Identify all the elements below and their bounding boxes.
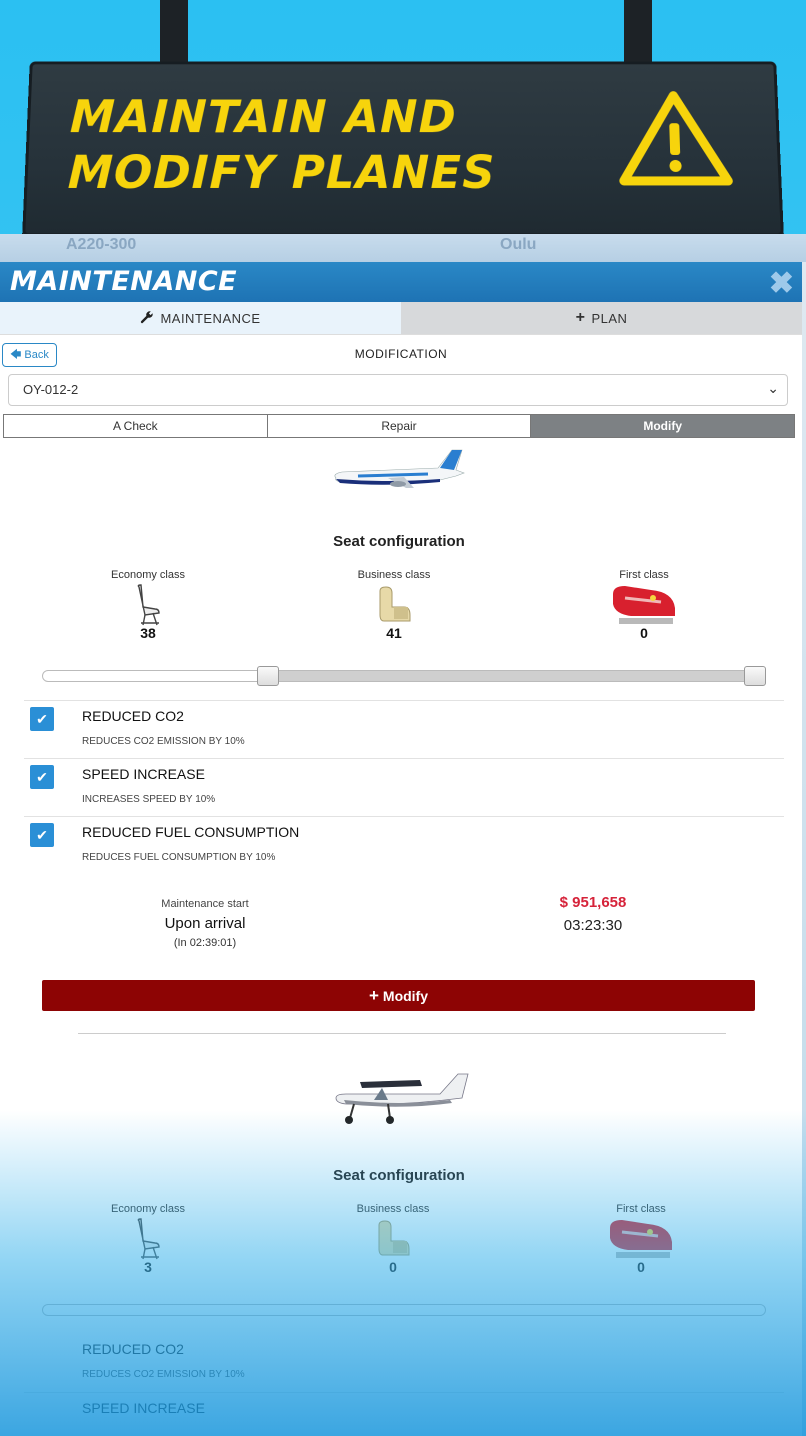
segment-repair[interactable]: Repair xyxy=(268,415,532,437)
business-seat-icon xyxy=(313,1217,473,1261)
economy-class-count: 38 xyxy=(140,625,156,641)
cost-info: $ 951,658 03:23:30 xyxy=(520,894,666,934)
seat-config-title-1: Seat configuration xyxy=(333,533,465,550)
map-label-right: Oulu xyxy=(500,236,537,253)
slider-handle-left[interactable] xyxy=(257,666,279,686)
maintenance-panel: MAINTENANCE ✖ MAINTENANCE + PLAN 🡄 Back … xyxy=(0,262,802,1436)
mod-desc: REDUCES CO2 EMISSION BY 10% xyxy=(82,736,245,747)
mod-speed-increase: ✔ SPEED INCREASE INCREASES SPEED BY 10% xyxy=(24,758,784,816)
seat-slider-2[interactable] xyxy=(42,1300,766,1318)
business-class-label: Business class xyxy=(356,1203,430,1215)
business-class-1: Business class 41 xyxy=(314,569,474,641)
duration: 03:23:30 xyxy=(563,917,623,934)
segment-control: A Check Repair Modify xyxy=(3,414,795,438)
aircraft-select-value: OY-012-2 xyxy=(23,382,79,397)
seat-slider[interactable] xyxy=(42,666,766,686)
maintenance-start-eta: (In 02:39:01) xyxy=(173,937,237,949)
economy-class-label: Economy class xyxy=(111,569,185,581)
mod-desc: REDUCES FUEL CONSUMPTION BY 10% xyxy=(82,852,276,863)
promo-title: MAINTAIN AND MODIFY PLANES xyxy=(67,90,496,200)
segment-modify[interactable]: Modify xyxy=(531,415,795,437)
first-class-label: First class xyxy=(619,569,669,581)
wrench-icon xyxy=(140,310,154,327)
business-class-count: 41 xyxy=(386,625,402,641)
first-seat-icon xyxy=(564,583,724,627)
mod-reduced-fuel: ✔ REDUCED FUEL CONSUMPTION REDUCES FUEL … xyxy=(24,816,784,874)
page-title: MODIFICATION xyxy=(354,347,448,361)
close-icon[interactable]: ✖ xyxy=(769,266,794,301)
economy-seat-icon xyxy=(68,583,228,627)
jet-airplane-image xyxy=(334,449,465,488)
mod-name: REDUCED CO2 xyxy=(82,708,184,724)
seat-config-title-2: Seat configuration xyxy=(333,1167,465,1184)
tab-plan[interactable]: + PLAN xyxy=(401,302,802,334)
economy-class-label: Economy class xyxy=(111,1203,185,1215)
plus-icon: + xyxy=(575,309,586,326)
maintenance-start-value: Upon arrival xyxy=(164,915,246,932)
tab-bar: MAINTENANCE + PLAN xyxy=(0,302,802,334)
segment-a-check[interactable]: A Check xyxy=(4,415,268,437)
first-seat-icon xyxy=(561,1217,721,1261)
economy-class-1: Economy class 38 xyxy=(68,569,228,641)
plus-icon: + xyxy=(368,985,379,1005)
promo-sign: MAINTAIN AND MODIFY PLANES xyxy=(22,61,784,237)
first-class-1: First class 0 xyxy=(564,569,724,641)
price: $ 951,658 xyxy=(559,894,627,911)
maintenance-start-label: Maintenance start xyxy=(161,898,249,910)
checkbox-reduced-fuel[interactable]: ✔ xyxy=(30,823,54,847)
divider xyxy=(78,1033,726,1034)
mod-name: REDUCED CO2 xyxy=(82,1341,184,1357)
tab-maintenance-label: MAINTENANCE xyxy=(160,310,261,326)
panel-header: MAINTENANCE ✖ xyxy=(0,262,802,302)
economy-class-count: 3 xyxy=(144,1259,152,1275)
business-seat-icon xyxy=(314,583,474,627)
map-background-strip: A220-300 Oulu xyxy=(0,234,806,262)
tab-plan-label: PLAN xyxy=(591,310,628,326)
mod-name: SPEED INCREASE xyxy=(82,766,205,782)
chevron-down-icon: ⌄ xyxy=(767,380,779,396)
first-class-count: 0 xyxy=(637,1259,645,1275)
mod-speed-increase-2: SPEED INCREASE xyxy=(24,1392,784,1436)
business-class-count: 0 xyxy=(389,1259,397,1275)
cessna-airplane-image xyxy=(335,1073,469,1124)
mod-desc: REDUCES CO2 EMISSION BY 10% xyxy=(82,1369,245,1380)
slider-fill xyxy=(267,670,766,682)
checkbox-reduced-co2[interactable]: ✔ xyxy=(30,707,54,731)
slider-track xyxy=(42,1304,766,1316)
tab-maintenance[interactable]: MAINTENANCE xyxy=(0,302,401,334)
aircraft-select[interactable]: OY-012-2 ⌄ xyxy=(8,374,788,406)
warning-triangle-icon xyxy=(616,90,735,187)
mod-name: SPEED INCREASE xyxy=(82,1400,205,1416)
map-label-left: A220-300 xyxy=(66,236,137,253)
economy-seat-icon xyxy=(68,1217,228,1261)
panel-title: MAINTENANCE xyxy=(10,266,238,297)
maintenance-start-info: Maintenance start Upon arrival (In 02:39… xyxy=(130,898,280,949)
panel-edge xyxy=(802,262,806,1436)
mod-reduced-co2: ✔ REDUCED CO2 REDUCES CO2 EMISSION BY 10… xyxy=(24,700,784,758)
mod-name: REDUCED FUEL CONSUMPTION xyxy=(82,824,300,840)
mod-desc: INCREASES SPEED BY 10% xyxy=(82,794,216,805)
checkbox-speed-increase[interactable]: ✔ xyxy=(30,765,54,789)
first-class-label: First class xyxy=(616,1203,666,1215)
economy-class-2: Economy class 3 xyxy=(68,1203,228,1275)
slider-handle-right[interactable] xyxy=(744,666,766,686)
modify-button-label: Modify xyxy=(382,987,429,1004)
subheader: 🡄 Back MODIFICATION xyxy=(0,334,802,372)
mod-reduced-co2-2: REDUCED CO2 REDUCES CO2 EMISSION BY 10% xyxy=(24,1334,784,1392)
modify-button[interactable]: + Modify xyxy=(42,980,755,1011)
business-class-label: Business class xyxy=(357,569,431,581)
business-class-2: Business class 0 xyxy=(313,1203,473,1275)
first-class-2: First class 0 xyxy=(561,1203,721,1275)
first-class-count: 0 xyxy=(640,625,648,641)
